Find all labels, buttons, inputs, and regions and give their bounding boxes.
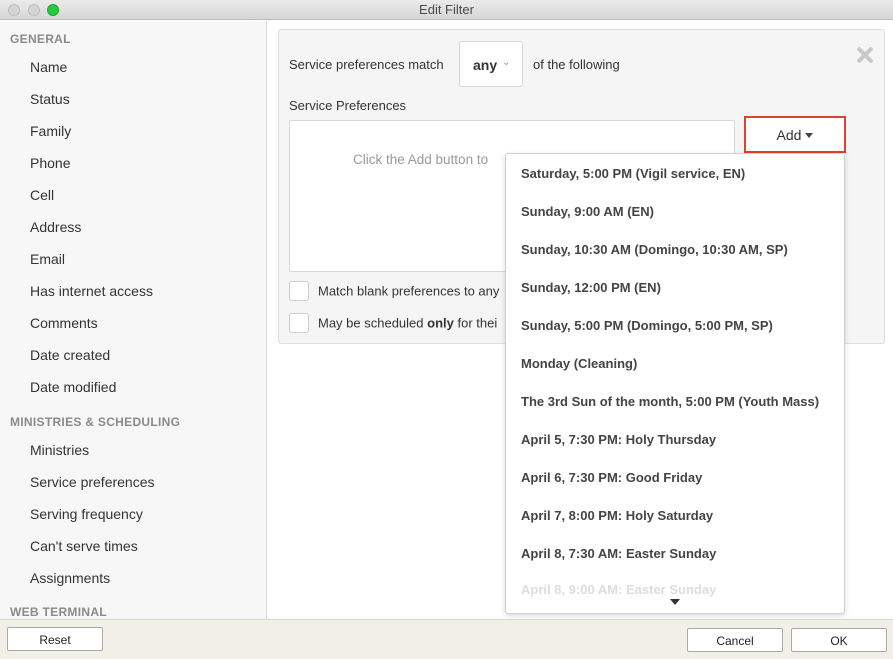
dropdown-item[interactable]: Sunday, 9:00 AM (EN) — [521, 204, 654, 219]
cancel-button[interactable]: Cancel — [687, 628, 783, 652]
match-suffix-label: of the following — [533, 57, 620, 72]
sidebar-item-cant-serve-times[interactable]: Can't serve times — [30, 538, 138, 554]
add-button[interactable]: Add — [744, 116, 846, 153]
dropdown-item[interactable]: April 6, 7:30 PM: Good Friday — [521, 470, 702, 485]
scheduled-only-row: May be scheduled only for thei — [289, 313, 497, 333]
sidebar: GENERAL Name Status Family Phone Cell Ad… — [0, 21, 267, 619]
sidebar-item-serving-frequency[interactable]: Serving frequency — [30, 506, 143, 522]
footer-bar: Reset Cancel OK — [0, 619, 893, 659]
sidebar-item-date-modified[interactable]: Date modified — [30, 379, 116, 395]
scheduled-only-checkbox[interactable] — [289, 313, 309, 333]
add-button-label: Add — [776, 127, 802, 143]
sidebar-item-family[interactable]: Family — [30, 123, 71, 139]
sidebar-item-phone[interactable]: Phone — [30, 155, 70, 171]
ok-button[interactable]: OK — [791, 628, 887, 652]
service-preferences-label: Service Preferences — [289, 98, 407, 113]
sidebar-item-ministries[interactable]: Ministries — [30, 442, 89, 458]
dropdown-item[interactable]: Sunday, 12:00 PM (EN) — [521, 280, 661, 295]
caret-down-icon — [805, 133, 814, 138]
window-title: Edit Filter — [419, 2, 474, 17]
sidebar-item-address[interactable]: Address — [30, 219, 81, 235]
title-bar: Edit Filter — [0, 0, 893, 20]
chevron-down-icon: ⌄ — [502, 57, 511, 68]
match-mode-value: any — [473, 57, 498, 73]
remove-condition-icon[interactable] — [854, 44, 876, 66]
dropdown-item[interactable]: Sunday, 10:30 AM (Domingo, 10:30 AM, SP) — [521, 242, 788, 257]
sidebar-item-status[interactable]: Status — [30, 91, 70, 107]
sidebar-item-cell[interactable]: Cell — [30, 187, 54, 203]
dropdown-item[interactable]: The 3rd Sun of the month, 5:00 PM (Youth… — [521, 394, 819, 409]
match-mode-select[interactable]: any ⌄ — [459, 41, 523, 87]
scheduled-only-label-bold: only — [427, 315, 454, 331]
sidebar-item-email[interactable]: Email — [30, 251, 65, 267]
section-heading-web-terminal: WEB TERMINAL — [10, 605, 107, 619]
sidebar-item-name[interactable]: Name — [30, 59, 67, 75]
sidebar-item-has-internet-access[interactable]: Has internet access — [30, 283, 153, 299]
match-blank-label: Match blank preferences to any — [318, 283, 500, 299]
dropdown-item[interactable]: April 7, 8:00 PM: Holy Saturday — [521, 508, 713, 523]
section-heading-general: GENERAL — [10, 32, 71, 46]
sidebar-item-date-created[interactable]: Date created — [30, 347, 110, 363]
empty-list-hint: Click the Add button to — [353, 152, 489, 167]
dropdown-item[interactable]: April 8, 7:30 AM: Easter Sunday — [521, 546, 716, 561]
scheduled-only-label-suffix: for thei — [453, 315, 498, 331]
sidebar-item-service-preferences[interactable]: Service preferences — [30, 474, 155, 490]
section-heading-ministries-scheduling: MINISTRIES & SCHEDULING — [10, 415, 181, 429]
reset-button[interactable]: Reset — [7, 627, 103, 651]
dropdown-item[interactable]: Saturday, 5:00 PM (Vigil service, EN) — [521, 166, 745, 181]
edit-filter-window: Edit Filter GENERAL Name Status Family P… — [0, 0, 893, 659]
match-blank-row: Match blank preferences to any — [289, 281, 499, 301]
dropdown-item[interactable]: April 8, 9:00 AM: Easter Sunday — [521, 582, 716, 597]
scheduled-only-label-prefix: May be scheduled — [318, 315, 428, 331]
dropdown-item[interactable]: Monday (Cleaning) — [521, 356, 637, 371]
sidebar-item-comments[interactable]: Comments — [30, 315, 98, 331]
dropdown-item[interactable]: April 5, 7:30 PM: Holy Thursday — [521, 432, 716, 447]
match-prefix-label: Service preferences match — [289, 57, 444, 72]
dropdown-item[interactable]: Sunday, 5:00 PM (Domingo, 5:00 PM, SP) — [521, 318, 773, 333]
scroll-down-icon[interactable] — [670, 599, 680, 605]
service-dropdown-menu: Saturday, 5:00 PM (Vigil service, EN) Su… — [505, 153, 845, 614]
match-blank-checkbox[interactable] — [289, 281, 309, 301]
sidebar-item-assignments[interactable]: Assignments — [30, 570, 110, 586]
